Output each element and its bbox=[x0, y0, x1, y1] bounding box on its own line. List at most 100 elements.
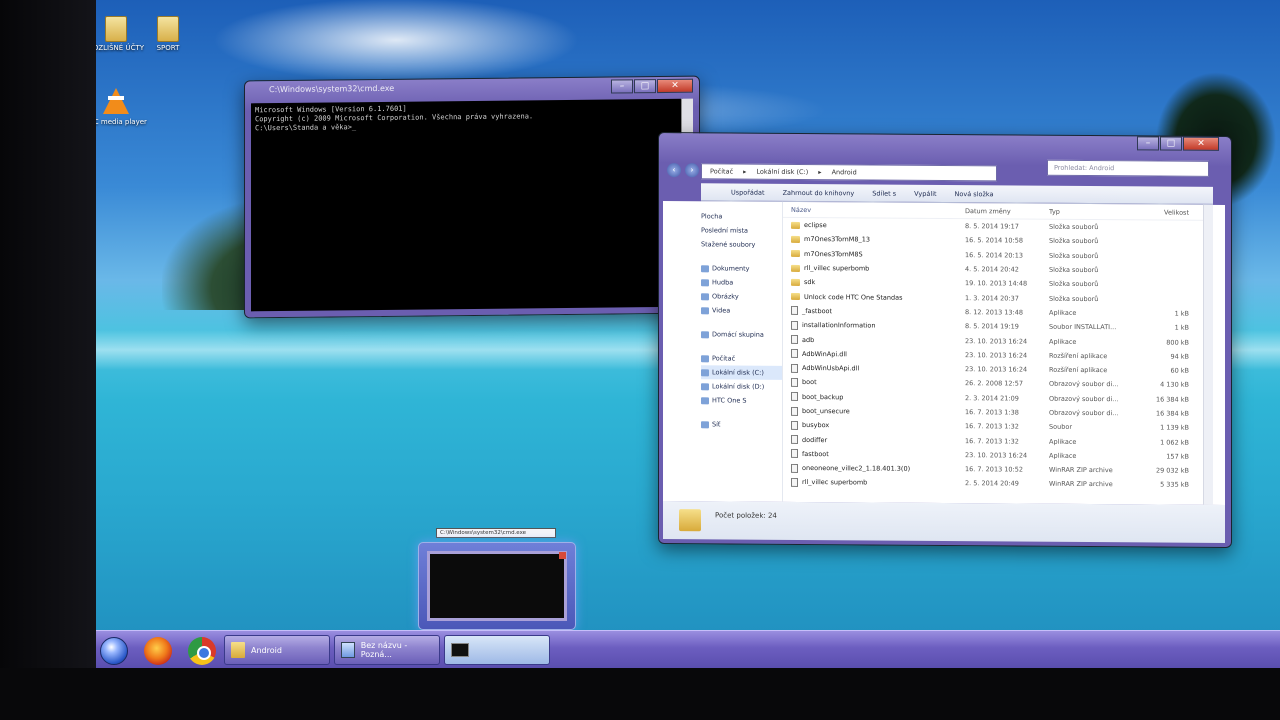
file-type: Složka souborů bbox=[1049, 294, 1099, 303]
file-name: eclipse bbox=[783, 221, 965, 230]
file-date: 8. 5. 2014 19:17 bbox=[965, 222, 1019, 231]
file-type: Aplikace bbox=[1049, 308, 1077, 317]
folder-icon bbox=[791, 293, 800, 301]
toolbar-organize-button[interactable]: Uspořádat bbox=[731, 188, 765, 196]
file-icon bbox=[791, 420, 798, 430]
file-icon bbox=[791, 363, 798, 373]
desktop-icon-vlc[interactable]: VLC media player bbox=[96, 88, 148, 126]
file-date: 23. 10. 2013 16:24 bbox=[965, 365, 1028, 374]
maximize-button[interactable]: □ bbox=[1160, 136, 1182, 151]
maximize-button[interactable]: □ bbox=[634, 79, 656, 94]
file-name: installationInformation bbox=[783, 320, 965, 331]
explorer-content: Plocha Poslední místa Stažené soubory Do… bbox=[663, 201, 1225, 505]
file-icon bbox=[791, 320, 798, 330]
nav-item-htc-one-s[interactable]: HTC One S bbox=[701, 393, 782, 408]
column-header-name[interactable]: Název bbox=[783, 205, 965, 214]
firefox-icon[interactable] bbox=[144, 637, 172, 665]
cmd-output[interactable]: Microsoft Windows [Version 6.1.7601] Cop… bbox=[251, 98, 683, 312]
cmd-window[interactable]: C:\Windows\system32\cmd.exe – □ ✕ Micros… bbox=[244, 75, 700, 319]
file-name: boot bbox=[783, 377, 965, 388]
toolbar-burn-button[interactable]: Vypálit bbox=[914, 189, 936, 197]
column-header-size[interactable]: Velikost bbox=[1141, 208, 1189, 216]
file-list: Název Datum změny Typ Velikost eclipse 8.… bbox=[783, 201, 1213, 505]
forward-arrow-icon[interactable]: › bbox=[685, 163, 699, 178]
file-name: adb bbox=[783, 334, 965, 345]
folder-icon bbox=[791, 235, 800, 243]
nav-item-music[interactable]: Hudba bbox=[701, 275, 782, 290]
file-icon bbox=[791, 349, 798, 359]
file-type: Aplikace bbox=[1049, 437, 1077, 446]
folder-icon bbox=[157, 16, 179, 42]
file-size: 60 kB bbox=[1170, 366, 1189, 375]
nav-item-downloads[interactable]: Stažené soubory bbox=[701, 237, 782, 252]
file-date: 16. 7. 2013 10:52 bbox=[965, 465, 1024, 474]
nav-item-homegroup[interactable]: Domácí skupina bbox=[701, 327, 782, 342]
nav-item-pictures[interactable]: Obrázky bbox=[701, 289, 782, 304]
homegroup-icon bbox=[701, 330, 709, 338]
toolbar-new-folder-button[interactable]: Nová složka bbox=[955, 190, 994, 198]
minimize-button[interactable]: – bbox=[611, 79, 633, 94]
breadcrumb-item[interactable]: Lokální disk (C:) bbox=[756, 168, 808, 176]
back-arrow-icon[interactable]: ‹ bbox=[667, 163, 681, 178]
file-date: 2. 5. 2014 20:49 bbox=[965, 479, 1019, 489]
file-name: dodiffer bbox=[783, 435, 965, 445]
file-date: 8. 5. 2014 19:19 bbox=[965, 322, 1019, 331]
toolbar-include-library-button[interactable]: Zahrnout do knihovny bbox=[783, 188, 855, 197]
folder-icon bbox=[791, 278, 800, 286]
start-button[interactable] bbox=[100, 637, 128, 665]
taskbar-thumbnail-preview[interactable] bbox=[418, 542, 576, 630]
file-name: Unlock code HTC One Standas bbox=[783, 292, 965, 301]
close-button[interactable]: ✕ bbox=[657, 78, 693, 94]
search-input[interactable]: Prohledat: Android bbox=[1047, 159, 1209, 177]
minimize-button[interactable]: – bbox=[1137, 136, 1159, 151]
file-type: Soubor bbox=[1049, 423, 1072, 432]
nav-item-drive-c[interactable]: Lokální disk (C:) bbox=[701, 365, 782, 380]
desktop-icon-sport[interactable]: SPORT bbox=[136, 16, 200, 52]
file-date: 26. 2. 2008 12:57 bbox=[965, 379, 1024, 388]
address-bar[interactable]: Počítač ▸ Lokální disk (C:) ▸ Android bbox=[701, 163, 997, 182]
file-size: 1 kB bbox=[1174, 309, 1189, 318]
taskbar-item-cmd[interactable] bbox=[444, 635, 550, 665]
thumbnail-image bbox=[427, 551, 567, 621]
file-name: m7Ones3TornM8_13 bbox=[783, 235, 965, 244]
nav-item-documents[interactable]: Dokumenty bbox=[701, 261, 782, 276]
file-name: _fastboot bbox=[783, 306, 965, 316]
nav-item-drive-d[interactable]: Lokální disk (D:) bbox=[701, 379, 782, 394]
nav-item-network[interactable]: Síť bbox=[701, 417, 782, 432]
table-row[interactable]: rll_villec superbomb 2. 5. 2014 20:49 WinR… bbox=[783, 475, 1213, 492]
nav-item-videos[interactable]: Videa bbox=[701, 303, 782, 318]
nav-item-recent[interactable]: Poslední místa bbox=[701, 223, 782, 238]
navigation-pane: Plocha Poslední místa Stažené soubory Do… bbox=[663, 201, 783, 502]
nav-item-computer[interactable]: Počítač bbox=[701, 351, 782, 366]
file-type: Aplikace bbox=[1049, 337, 1077, 346]
chrome-icon[interactable] bbox=[188, 637, 216, 665]
close-button[interactable]: ✕ bbox=[1183, 136, 1219, 151]
breadcrumb-separator: ▸ bbox=[818, 168, 822, 177]
file-type: Složka souborů bbox=[1049, 237, 1099, 246]
column-header-type[interactable]: Typ bbox=[1049, 207, 1141, 216]
file-size: 800 kB bbox=[1166, 338, 1189, 347]
file-date: 2. 3. 2014 21:09 bbox=[965, 393, 1019, 403]
cmd-icon bbox=[451, 643, 469, 657]
close-icon[interactable] bbox=[559, 552, 566, 559]
file-size: 157 kB bbox=[1166, 452, 1189, 461]
folder-icon bbox=[105, 16, 127, 42]
taskbar-item-notepad[interactable]: Bez názvu - Pozná... bbox=[334, 635, 440, 665]
phone-icon bbox=[701, 396, 709, 404]
nav-item-desktop[interactable]: Plocha bbox=[701, 209, 782, 224]
taskbar-item-label: Bez názvu - Pozná... bbox=[360, 641, 408, 659]
file-list-scrollbar[interactable] bbox=[1203, 204, 1213, 505]
toolbar-share-button[interactable]: Sdílet s bbox=[872, 189, 896, 197]
explorer-window[interactable]: – □ ✕ ‹ › Počítač ▸ Lokální disk (C:) ▸ … bbox=[658, 131, 1232, 549]
breadcrumb-item[interactable]: Počítač bbox=[710, 167, 733, 175]
file-name: fastboot bbox=[783, 449, 965, 459]
column-header-date[interactable]: Datum změny bbox=[965, 207, 1049, 216]
file-date: 1. 3. 2014 20:37 bbox=[965, 293, 1019, 303]
folder-icon bbox=[791, 221, 800, 229]
network-icon bbox=[701, 420, 709, 428]
taskbar-item-android[interactable]: Android bbox=[224, 635, 330, 665]
breadcrumb-item[interactable]: Android bbox=[832, 168, 857, 176]
file-name: AdbWinUsbApi.dll bbox=[783, 363, 965, 373]
file-size: 29 032 kB bbox=[1155, 466, 1189, 475]
file-name: busybox bbox=[783, 420, 965, 431]
